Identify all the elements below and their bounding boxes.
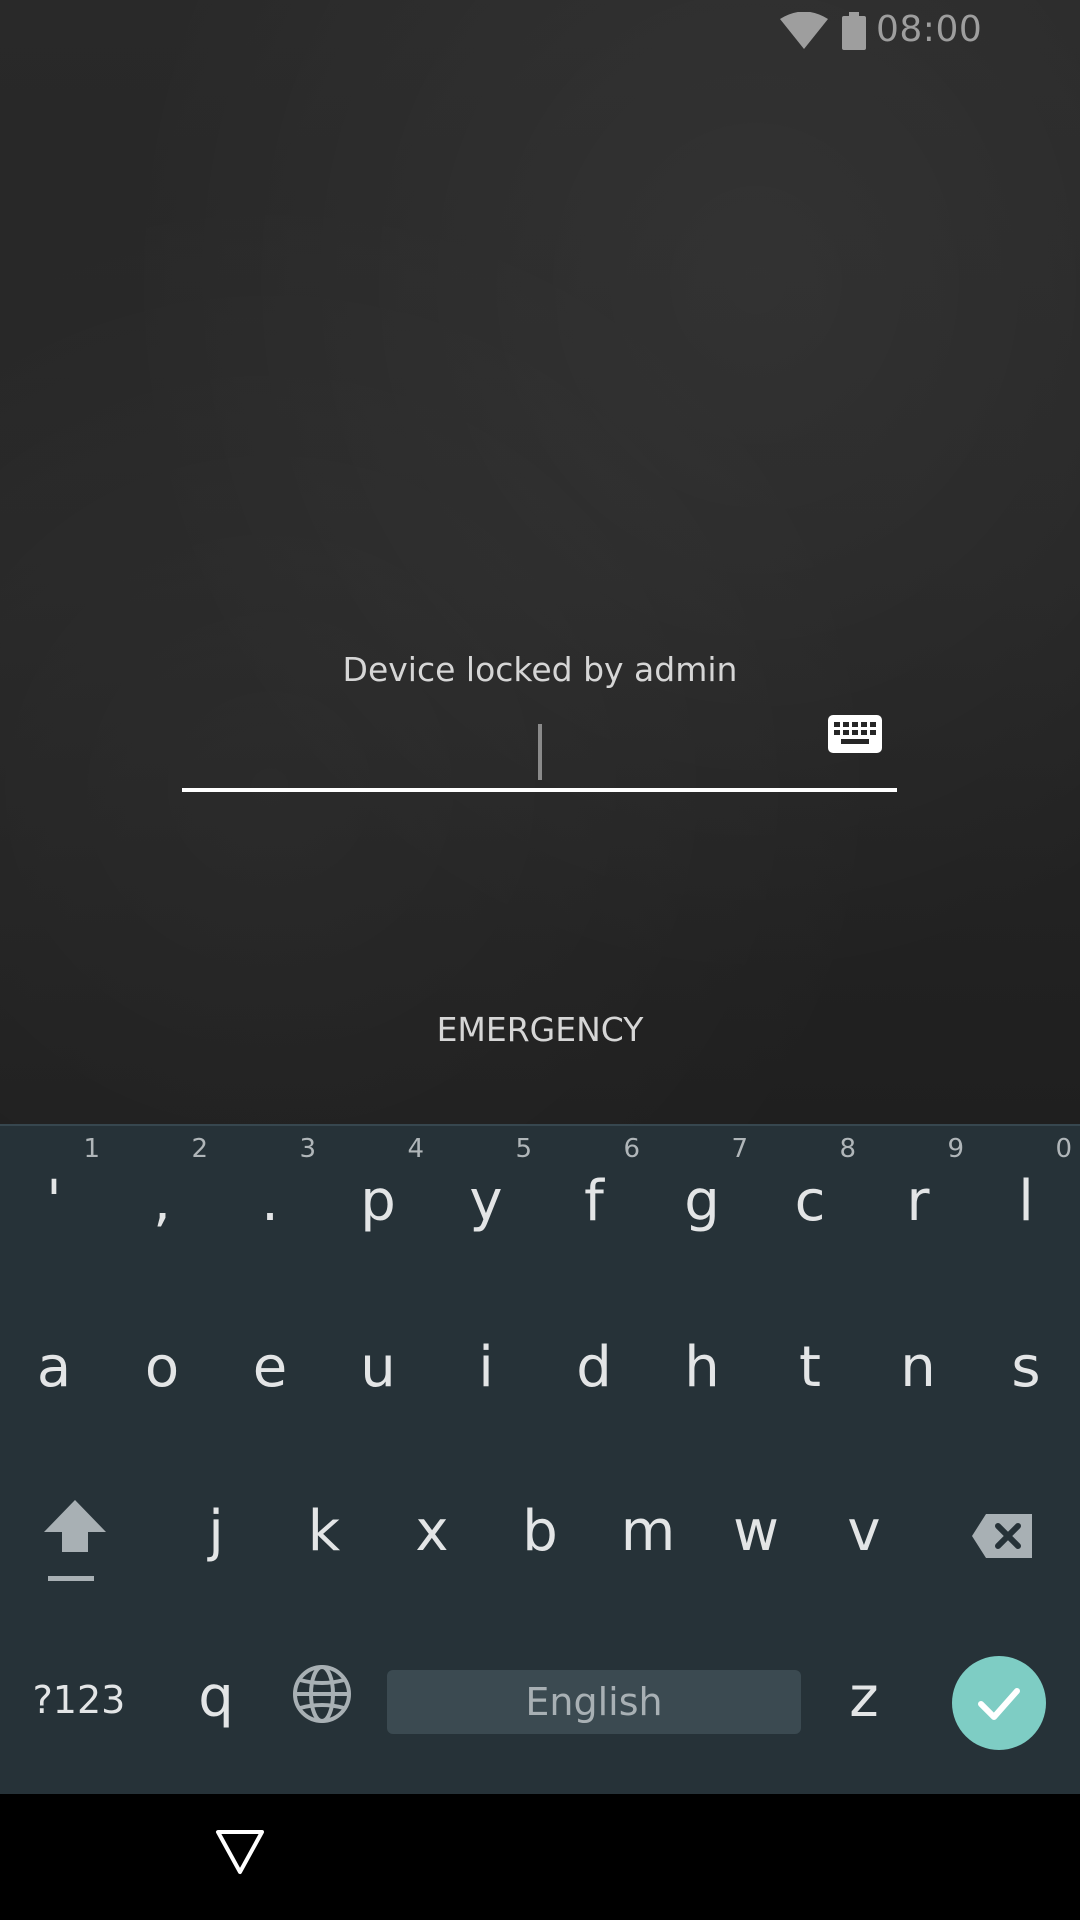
key-label: c [794, 1169, 826, 1234]
key-hint: 5 [515, 1134, 532, 1164]
key-hint: 0 [1055, 1134, 1072, 1164]
key[interactable]: s [972, 1290, 1080, 1454]
key-label: f [584, 1169, 604, 1234]
key[interactable]: x [378, 1454, 486, 1618]
key[interactable]: 3 . [216, 1126, 324, 1290]
key-label: g [684, 1169, 720, 1234]
key-hint: 3 [299, 1134, 316, 1164]
checkmark-icon [978, 1688, 1020, 1720]
key-label: r [906, 1169, 930, 1234]
key[interactable]: 4 p [324, 1126, 432, 1290]
key-label: w [733, 1499, 779, 1564]
key[interactable]: v [810, 1454, 918, 1618]
backspace-icon [972, 1514, 1032, 1558]
key[interactable]: 1 ' [0, 1126, 108, 1290]
key-label: u [360, 1335, 396, 1400]
key-label: a [36, 1335, 72, 1400]
key[interactable]: 7 g [648, 1126, 756, 1290]
key-label: b [522, 1499, 558, 1564]
key[interactable]: k [270, 1454, 378, 1618]
navigation-bar [0, 1794, 1080, 1920]
key-label: d [576, 1335, 612, 1400]
status-time: 08:00 [876, 9, 983, 50]
key-label: x [415, 1499, 449, 1564]
key-label: v [847, 1499, 881, 1564]
key-label: o [144, 1335, 180, 1400]
key[interactable]: b [486, 1454, 594, 1618]
key[interactable]: j [162, 1454, 270, 1618]
key-hint: 4 [407, 1134, 424, 1164]
key[interactable]: m [594, 1454, 702, 1618]
globe-icon[interactable] [290, 1662, 354, 1726]
symbols-key[interactable]: ?123 [14, 1618, 144, 1782]
key[interactable]: u [324, 1290, 432, 1454]
key-label: . [261, 1169, 279, 1234]
status-bar: 08:00 [780, 0, 1080, 66]
key-hint: 9 [947, 1134, 964, 1164]
back-icon[interactable] [214, 1826, 266, 1878]
key[interactable]: 5 y [432, 1126, 540, 1290]
key[interactable]: n [864, 1290, 972, 1454]
key-hint: 1 [83, 1134, 100, 1164]
key-hint: 8 [839, 1134, 856, 1164]
key-label: m [620, 1499, 676, 1564]
delete-key[interactable] [960, 1454, 1068, 1618]
key-label: p [360, 1169, 396, 1234]
lock-message: Device locked by admin [342, 650, 738, 689]
key[interactable]: w [702, 1454, 810, 1618]
shift-key[interactable] [20, 1454, 128, 1618]
key-label: q [198, 1665, 234, 1730]
key-label: k [307, 1499, 341, 1564]
key-label: h [684, 1335, 720, 1400]
key-hint: 7 [731, 1134, 748, 1164]
keyboard: 1 ' 2 , 3 . 4 p 5 y 6 f 7 g 8 c 9 r 0 l … [0, 1124, 1080, 1794]
key-label: , [153, 1169, 171, 1234]
lock-screen: 08:00 Device locked by admin EMERGENCY [0, 0, 1080, 1124]
wifi-icon [780, 12, 828, 49]
key[interactable]: 6 f [540, 1126, 648, 1290]
keyboard-switch-icon[interactable] [828, 715, 882, 753]
key[interactable]: h [648, 1290, 756, 1454]
password-field[interactable] [182, 700, 897, 792]
key[interactable]: d [540, 1290, 648, 1454]
key[interactable]: a [0, 1290, 108, 1454]
key[interactable]: 2 , [108, 1126, 216, 1290]
key-label: ' [46, 1169, 62, 1234]
key-label: z [849, 1665, 879, 1730]
key-label: n [900, 1335, 936, 1400]
key[interactable]: z [810, 1618, 918, 1782]
enter-key[interactable] [952, 1656, 1046, 1750]
shift-icon [44, 1500, 106, 1581]
key-label: i [478, 1335, 494, 1400]
key[interactable]: 9 r [864, 1126, 972, 1290]
text-cursor [538, 724, 542, 780]
key[interactable]: i [432, 1290, 540, 1454]
key-hint: 2 [191, 1134, 208, 1164]
key-hint: 6 [623, 1134, 640, 1164]
key[interactable]: 8 c [756, 1126, 864, 1290]
key-label: y [469, 1169, 503, 1234]
key[interactable]: t [756, 1290, 864, 1454]
key-label: e [252, 1335, 288, 1400]
key-label: t [799, 1335, 821, 1400]
key[interactable]: 0 l [972, 1126, 1080, 1290]
key-label: j [208, 1499, 224, 1564]
key[interactable]: q [162, 1618, 270, 1782]
key[interactable]: o [108, 1290, 216, 1454]
emergency-button[interactable]: EMERGENCY [390, 1000, 690, 1060]
key-label: s [1011, 1335, 1041, 1400]
key-label: l [1018, 1169, 1034, 1234]
screen: 08:00 Device locked by admin EMERGENCY 1… [0, 0, 1080, 1920]
key[interactable]: e [216, 1290, 324, 1454]
space-bar[interactable]: English [387, 1670, 801, 1734]
battery-icon [842, 12, 866, 50]
